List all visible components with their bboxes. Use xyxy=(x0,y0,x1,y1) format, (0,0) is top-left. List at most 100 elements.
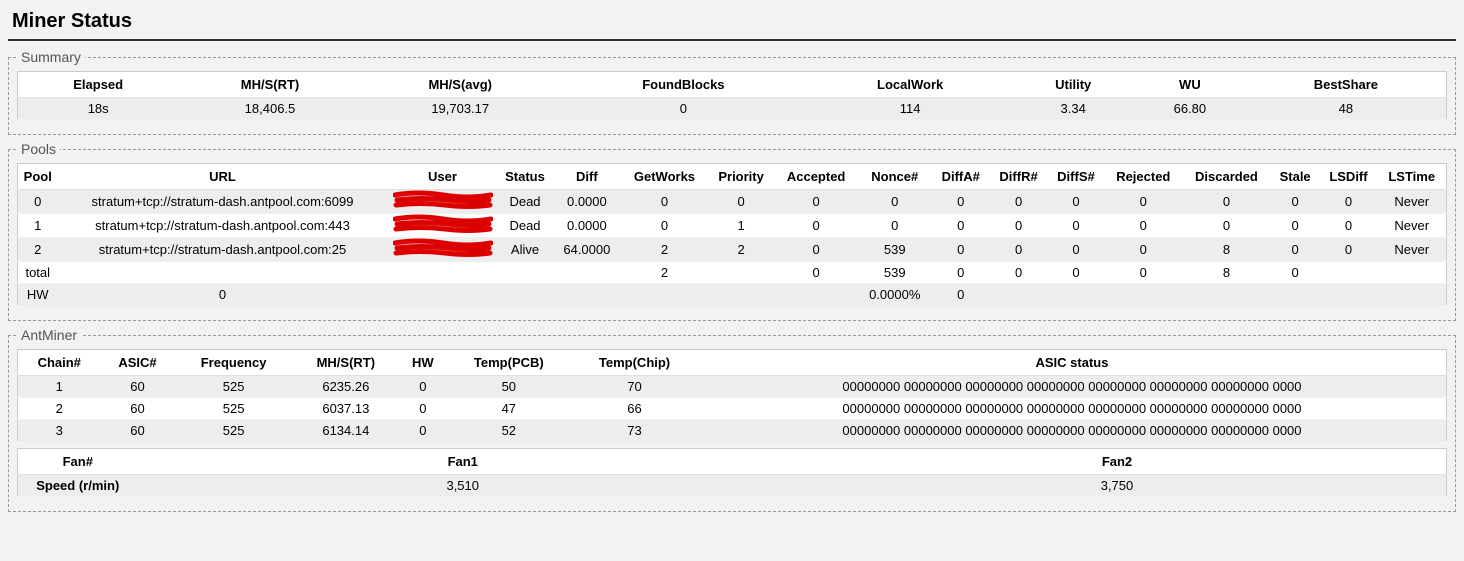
pools-col-16: LSTime xyxy=(1377,164,1446,190)
pools-panel: Pools PoolURLUserStatusDiffGetWorksPrior… xyxy=(8,141,1456,321)
pools-cell: 0 xyxy=(990,190,1048,214)
pools-cell xyxy=(708,262,775,284)
summary-col-7: BestShare xyxy=(1246,72,1447,98)
pools-cell: stratum+tcp://stratum-dash.antpool.com:6… xyxy=(58,190,388,214)
pools-col-5: GetWorks xyxy=(621,164,707,190)
pools-cell: 0.0000 xyxy=(553,190,622,214)
summary-col-5: Utility xyxy=(1012,72,1134,98)
chains-cell: 00000000 00000000 00000000 00000000 0000… xyxy=(698,376,1447,398)
pools-cell xyxy=(1320,284,1378,306)
fans-speed-cell: 3,510 xyxy=(138,475,788,497)
pools-cell: 0 xyxy=(621,214,707,238)
chains-cell: 0 xyxy=(399,420,446,442)
chains-cell: 0 xyxy=(399,376,446,398)
pools-cell xyxy=(553,284,622,306)
summary-col-1: MH/S(RT) xyxy=(178,72,361,98)
chains-cell: 66 xyxy=(571,398,698,420)
table-row: 2 stratum+tcp://stratum-dash.antpool.com:… xyxy=(18,238,1447,262)
redacted-user xyxy=(393,241,493,255)
pools-cell: Never xyxy=(1377,214,1446,238)
pools-col-11: DiffS# xyxy=(1047,164,1104,190)
pools-cell: 0 xyxy=(775,190,858,214)
fans-col-0: Fan1 xyxy=(138,449,788,475)
summary-cell: 66.80 xyxy=(1134,98,1246,120)
pools-cell: 539 xyxy=(858,262,932,284)
chains-col-6: Temp(Chip) xyxy=(571,350,698,376)
pools-cell: 0 xyxy=(1320,190,1378,214)
chains-col-4: HW xyxy=(399,350,446,376)
pools-cell xyxy=(388,262,498,284)
pools-cell: 0 xyxy=(1104,238,1182,262)
pools-cell: 2 xyxy=(621,238,707,262)
chains-cell: 60 xyxy=(100,420,174,442)
pools-cell: 0 xyxy=(932,214,990,238)
pools-cell xyxy=(388,190,498,214)
pools-cell xyxy=(498,262,553,284)
summary-cell: 114 xyxy=(808,98,1013,120)
chains-cell: 52 xyxy=(447,420,572,442)
chains-cell: 0 xyxy=(399,398,446,420)
table-row: total20539000080 xyxy=(18,262,1447,284)
antminer-legend: AntMiner xyxy=(17,327,81,343)
chains-cell: 70 xyxy=(571,376,698,398)
fans-speed-cell: 3,750 xyxy=(788,475,1447,497)
pools-cell: Dead xyxy=(498,214,553,238)
pools-cell: 0 xyxy=(621,190,707,214)
pools-cell xyxy=(388,238,498,262)
pools-cell: stratum+tcp://stratum-dash.antpool.com:2… xyxy=(58,238,388,262)
pools-cell xyxy=(621,284,707,306)
pools-cell: 0 xyxy=(1271,214,1320,238)
pools-cell: total xyxy=(18,262,58,284)
pools-cell: 1 xyxy=(708,214,775,238)
chains-col-3: MH/S(RT) xyxy=(293,350,399,376)
pools-cell xyxy=(553,262,622,284)
summary-col-2: MH/S(avg) xyxy=(362,72,559,98)
pools-col-6: Priority xyxy=(708,164,775,190)
chains-cell: 1 xyxy=(18,376,101,398)
pools-cell: 0 xyxy=(708,190,775,214)
pools-cell: 0 xyxy=(1104,262,1182,284)
pools-col-10: DiffR# xyxy=(990,164,1048,190)
pools-cell: 0.0000 xyxy=(553,214,622,238)
pools-cell xyxy=(498,284,553,306)
pools-cell xyxy=(990,284,1048,306)
pools-cell xyxy=(58,262,388,284)
chains-cell: 2 xyxy=(18,398,101,420)
chains-cell: 6037.13 xyxy=(293,398,399,420)
pools-cell: Never xyxy=(1377,190,1446,214)
pools-cell: 0 xyxy=(1104,214,1182,238)
pools-table: PoolURLUserStatusDiffGetWorksPriorityAcc… xyxy=(17,163,1447,306)
pools-col-12: Rejected xyxy=(1104,164,1182,190)
pools-cell: 0 xyxy=(932,190,990,214)
pools-cell: 0 xyxy=(1047,238,1104,262)
pools-cell: 0 xyxy=(18,190,58,214)
page-title: Miner Status xyxy=(8,8,1456,41)
chains-cell: 3 xyxy=(18,420,101,442)
pools-col-1: URL xyxy=(58,164,388,190)
summary-cell: 18s xyxy=(18,98,179,120)
table-row: 0stratum+tcp://stratum-dash.antpool.com:… xyxy=(18,190,1447,214)
pools-col-9: DiffA# xyxy=(932,164,990,190)
pools-col-8: Nonce# xyxy=(858,164,932,190)
pools-cell: 0 xyxy=(858,190,932,214)
summary-cell: 0 xyxy=(559,98,808,120)
summary-col-3: FoundBlocks xyxy=(559,72,808,98)
pools-cell: 0 xyxy=(858,214,932,238)
pools-cell: 64.0000 xyxy=(553,238,622,262)
pools-col-4: Diff xyxy=(553,164,622,190)
chains-cell: 60 xyxy=(100,398,174,420)
pools-cell: 0.0000% xyxy=(858,284,932,306)
table-row: 3605256134.140527300000000 00000000 0000… xyxy=(18,420,1447,442)
pools-cell: 0 xyxy=(932,284,990,306)
pools-cell: 0 xyxy=(1047,190,1104,214)
summary-col-0: Elapsed xyxy=(18,72,179,98)
fans-speed-label: Speed (r/min) xyxy=(18,475,138,497)
table-row: HW00.0000%0 xyxy=(18,284,1447,306)
pools-cell xyxy=(1104,284,1182,306)
fans-table: Fan#Fan1Fan2 Speed (r/min)3,5103,750 xyxy=(17,448,1447,497)
pools-cell: 0 xyxy=(1104,190,1182,214)
pools-legend: Pools xyxy=(17,141,60,157)
pools-cell xyxy=(1320,262,1378,284)
chains-table: Chain#ASIC#FrequencyMH/S(RT)HWTemp(PCB)T… xyxy=(17,349,1447,442)
pools-col-7: Accepted xyxy=(775,164,858,190)
